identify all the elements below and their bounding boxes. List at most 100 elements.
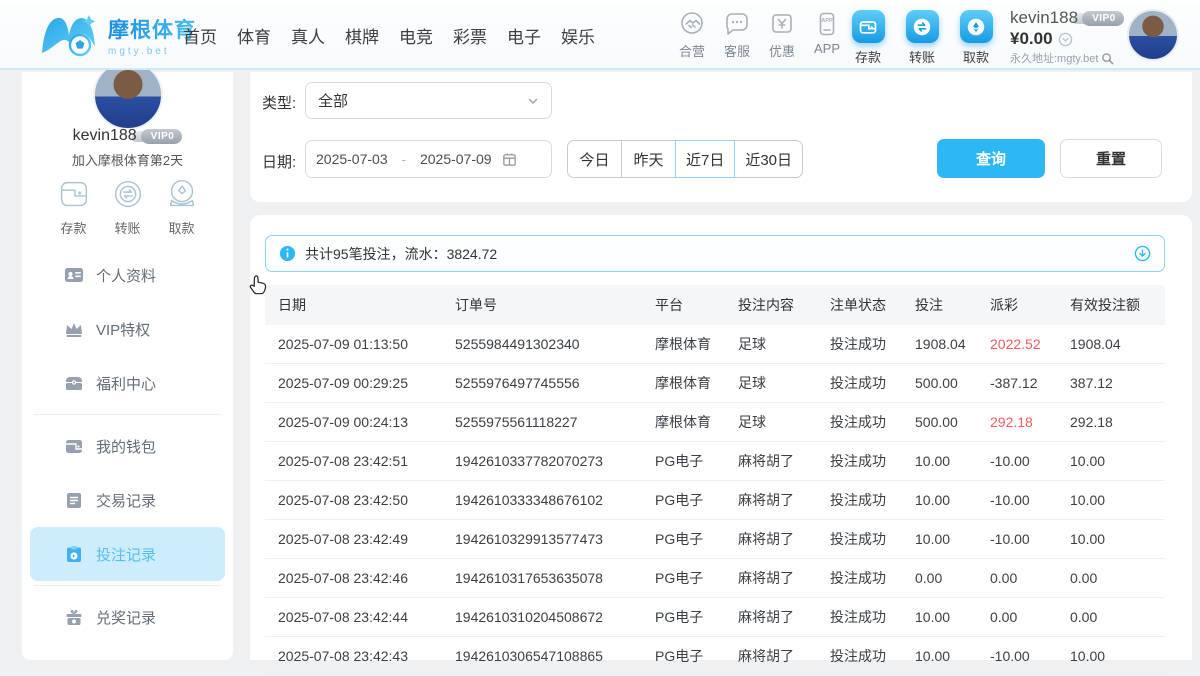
cell-order-no: 5255975561118227 [455,414,655,430]
sidebar-deposit-button[interactable]: 存款 [55,175,93,237]
cell-content: 足球 [738,373,830,393]
nav-chess[interactable]: 棋牌 [345,23,379,48]
range-30days-button[interactable]: 近30日 [734,140,803,178]
sidebar-quick-actions: 存款 转账 取款 [22,175,233,237]
balance-refresh-icon[interactable] [1058,32,1073,47]
cell-status: 投注成功 [830,529,915,549]
query-button[interactable]: 查询 [937,139,1045,178]
cell-platform: PG电子 [655,451,738,471]
range-yesterday-button[interactable]: 昨天 [621,140,676,178]
cell-status: 投注成功 [830,568,915,588]
bet-records-table: 日期 订单号 平台 投注内容 注单状态 投注 派彩 有效投注额 2025-07-… [265,285,1165,676]
cell-bet: 10.00 [915,531,990,547]
user-avatar[interactable] [1127,9,1179,61]
expand-circle-icon[interactable] [1134,245,1151,262]
table-row: 2025-07-08 23:42:50 1942610333348676102 … [265,481,1165,520]
cell-payout: -10.00 [990,648,1070,664]
reset-button[interactable]: 重置 [1060,139,1162,178]
sidebar-item-redeem-label: 兑奖记录 [96,607,156,628]
sidebar-item-wallet[interactable]: 我的钱包 [30,419,225,473]
sidebar-item-wallet-label: 我的钱包 [96,436,156,457]
sidebar-item-welfare[interactable]: 福利中心 [30,356,225,410]
promo-label: 优惠 [769,41,795,60]
bet-record-icon [64,544,84,564]
nav-entertainment[interactable]: 娱乐 [561,23,595,48]
sidebar-withdraw-button[interactable]: 取款 [163,175,201,237]
cell-payout: 292.18 [990,414,1070,430]
app-link[interactable]: APP APP [809,10,845,60]
affiliate-label: 合营 [679,41,705,60]
cell-content: 麻将胡了 [738,646,830,666]
svg-text:APP: APP [821,18,833,24]
support-link[interactable]: 客服 [719,10,755,60]
range-7days-button[interactable]: 近7日 [675,140,735,178]
joined-days: 加入摩根体育第2天 [22,150,233,169]
sidebar-item-profile[interactable]: 个人资料 [30,248,225,302]
cell-payout: 2022.52 [990,336,1070,352]
cell-date: 2025-07-08 23:42:43 [278,648,455,664]
cell-platform: 摩根体育 [655,412,738,432]
nav-live[interactable]: 真人 [291,23,325,48]
table-row: 2025-07-09 00:29:25 5255976497745556 摩根体… [265,364,1165,403]
type-label: 类型: [262,92,296,113]
user-block[interactable]: kevin188 VIP0 ¥0.00 永久地址:mgty.bet [1010,8,1128,66]
range-today-button[interactable]: 今日 [567,140,622,178]
cell-valid-bet: 0.00 [1070,570,1165,586]
app-label: APP [814,41,840,56]
sidebar-item-transactions[interactable]: 交易记录 [30,473,225,527]
cell-content: 麻将胡了 [738,490,830,510]
cell-platform: PG电子 [655,646,738,666]
cell-content: 麻将胡了 [738,568,830,588]
affiliate-link[interactable]: 合营 [674,10,710,60]
quick-range-group: 今日 昨天 近7日 近30日 [567,140,803,178]
balance: ¥0.00 [1010,29,1053,49]
sidebar-item-profile-label: 个人资料 [96,265,156,286]
sidebar-item-vip[interactable]: VIP特权 [30,302,225,356]
sidebar-menu: 个人资料 VIP特权 福利中心 我的钱包 [30,248,225,644]
date-end: 2025-07-09 [420,151,492,167]
chevron-down-icon [527,95,539,107]
cell-order-no: 1942610310204508672 [455,609,655,625]
cell-order-no: 1942610333348676102 [455,492,655,508]
sidebar-item-redeem[interactable]: 兑奖记录 [30,590,225,644]
sidebar-item-bet-records[interactable]: 投注记录 [30,527,225,581]
cell-status: 投注成功 [830,412,915,432]
table-row: 2025-07-08 23:42:49 1942610329913577473 … [265,520,1165,559]
sidebar-vip-badge: VIP0 [141,129,183,144]
cell-order-no: 1942610317653635078 [455,570,655,586]
support-label: 客服 [724,41,750,60]
type-select-value: 全部 [318,90,527,111]
cell-platform: 摩根体育 [655,373,738,393]
deposit-outline-icon [55,175,93,213]
transaction-record-icon [64,490,84,510]
col-payout: 派彩 [990,295,1070,315]
nav-slots[interactable]: 电子 [507,23,541,48]
transfer-button[interactable]: 转账 [902,10,942,66]
type-select[interactable]: 全部 [305,82,552,119]
nav-esports[interactable]: 电竞 [399,23,433,48]
sidebar-divider [34,414,221,415]
magnifier-icon[interactable] [1101,52,1114,65]
wallet-actions: 存款 转账 取款 [848,10,996,66]
sidebar-transfer-button[interactable]: 转账 [109,175,147,237]
withdraw-button[interactable]: 取款 [956,10,996,66]
site-logo[interactable]: 摩根体育 mgty.bet [38,9,196,61]
col-status: 注单状态 [830,295,915,315]
nav-home[interactable]: 首页 [183,23,217,48]
permanent-address: 永久地址:mgty.bet [1010,50,1098,66]
nav-lottery[interactable]: 彩票 [453,23,487,48]
date-start: 2025-07-03 [316,151,388,167]
col-date: 日期 [278,295,455,315]
sidebar-avatar[interactable] [93,60,163,130]
cell-platform: PG电子 [655,568,738,588]
nav-sports[interactable]: 体育 [237,23,271,48]
col-valid-bet: 有效投注额 [1070,295,1165,315]
sidebar-deposit-label: 存款 [60,218,86,237]
cell-order-no: 5255976497745556 [455,375,655,391]
deposit-button[interactable]: 存款 [848,10,888,66]
cell-status: 投注成功 [830,334,915,354]
promo-link[interactable]: 优惠 [764,10,800,60]
cell-status: 投注成功 [830,373,915,393]
logo-m-icon [38,9,100,61]
date-range-input[interactable]: 2025-07-03 - 2025-07-09 [305,140,552,178]
